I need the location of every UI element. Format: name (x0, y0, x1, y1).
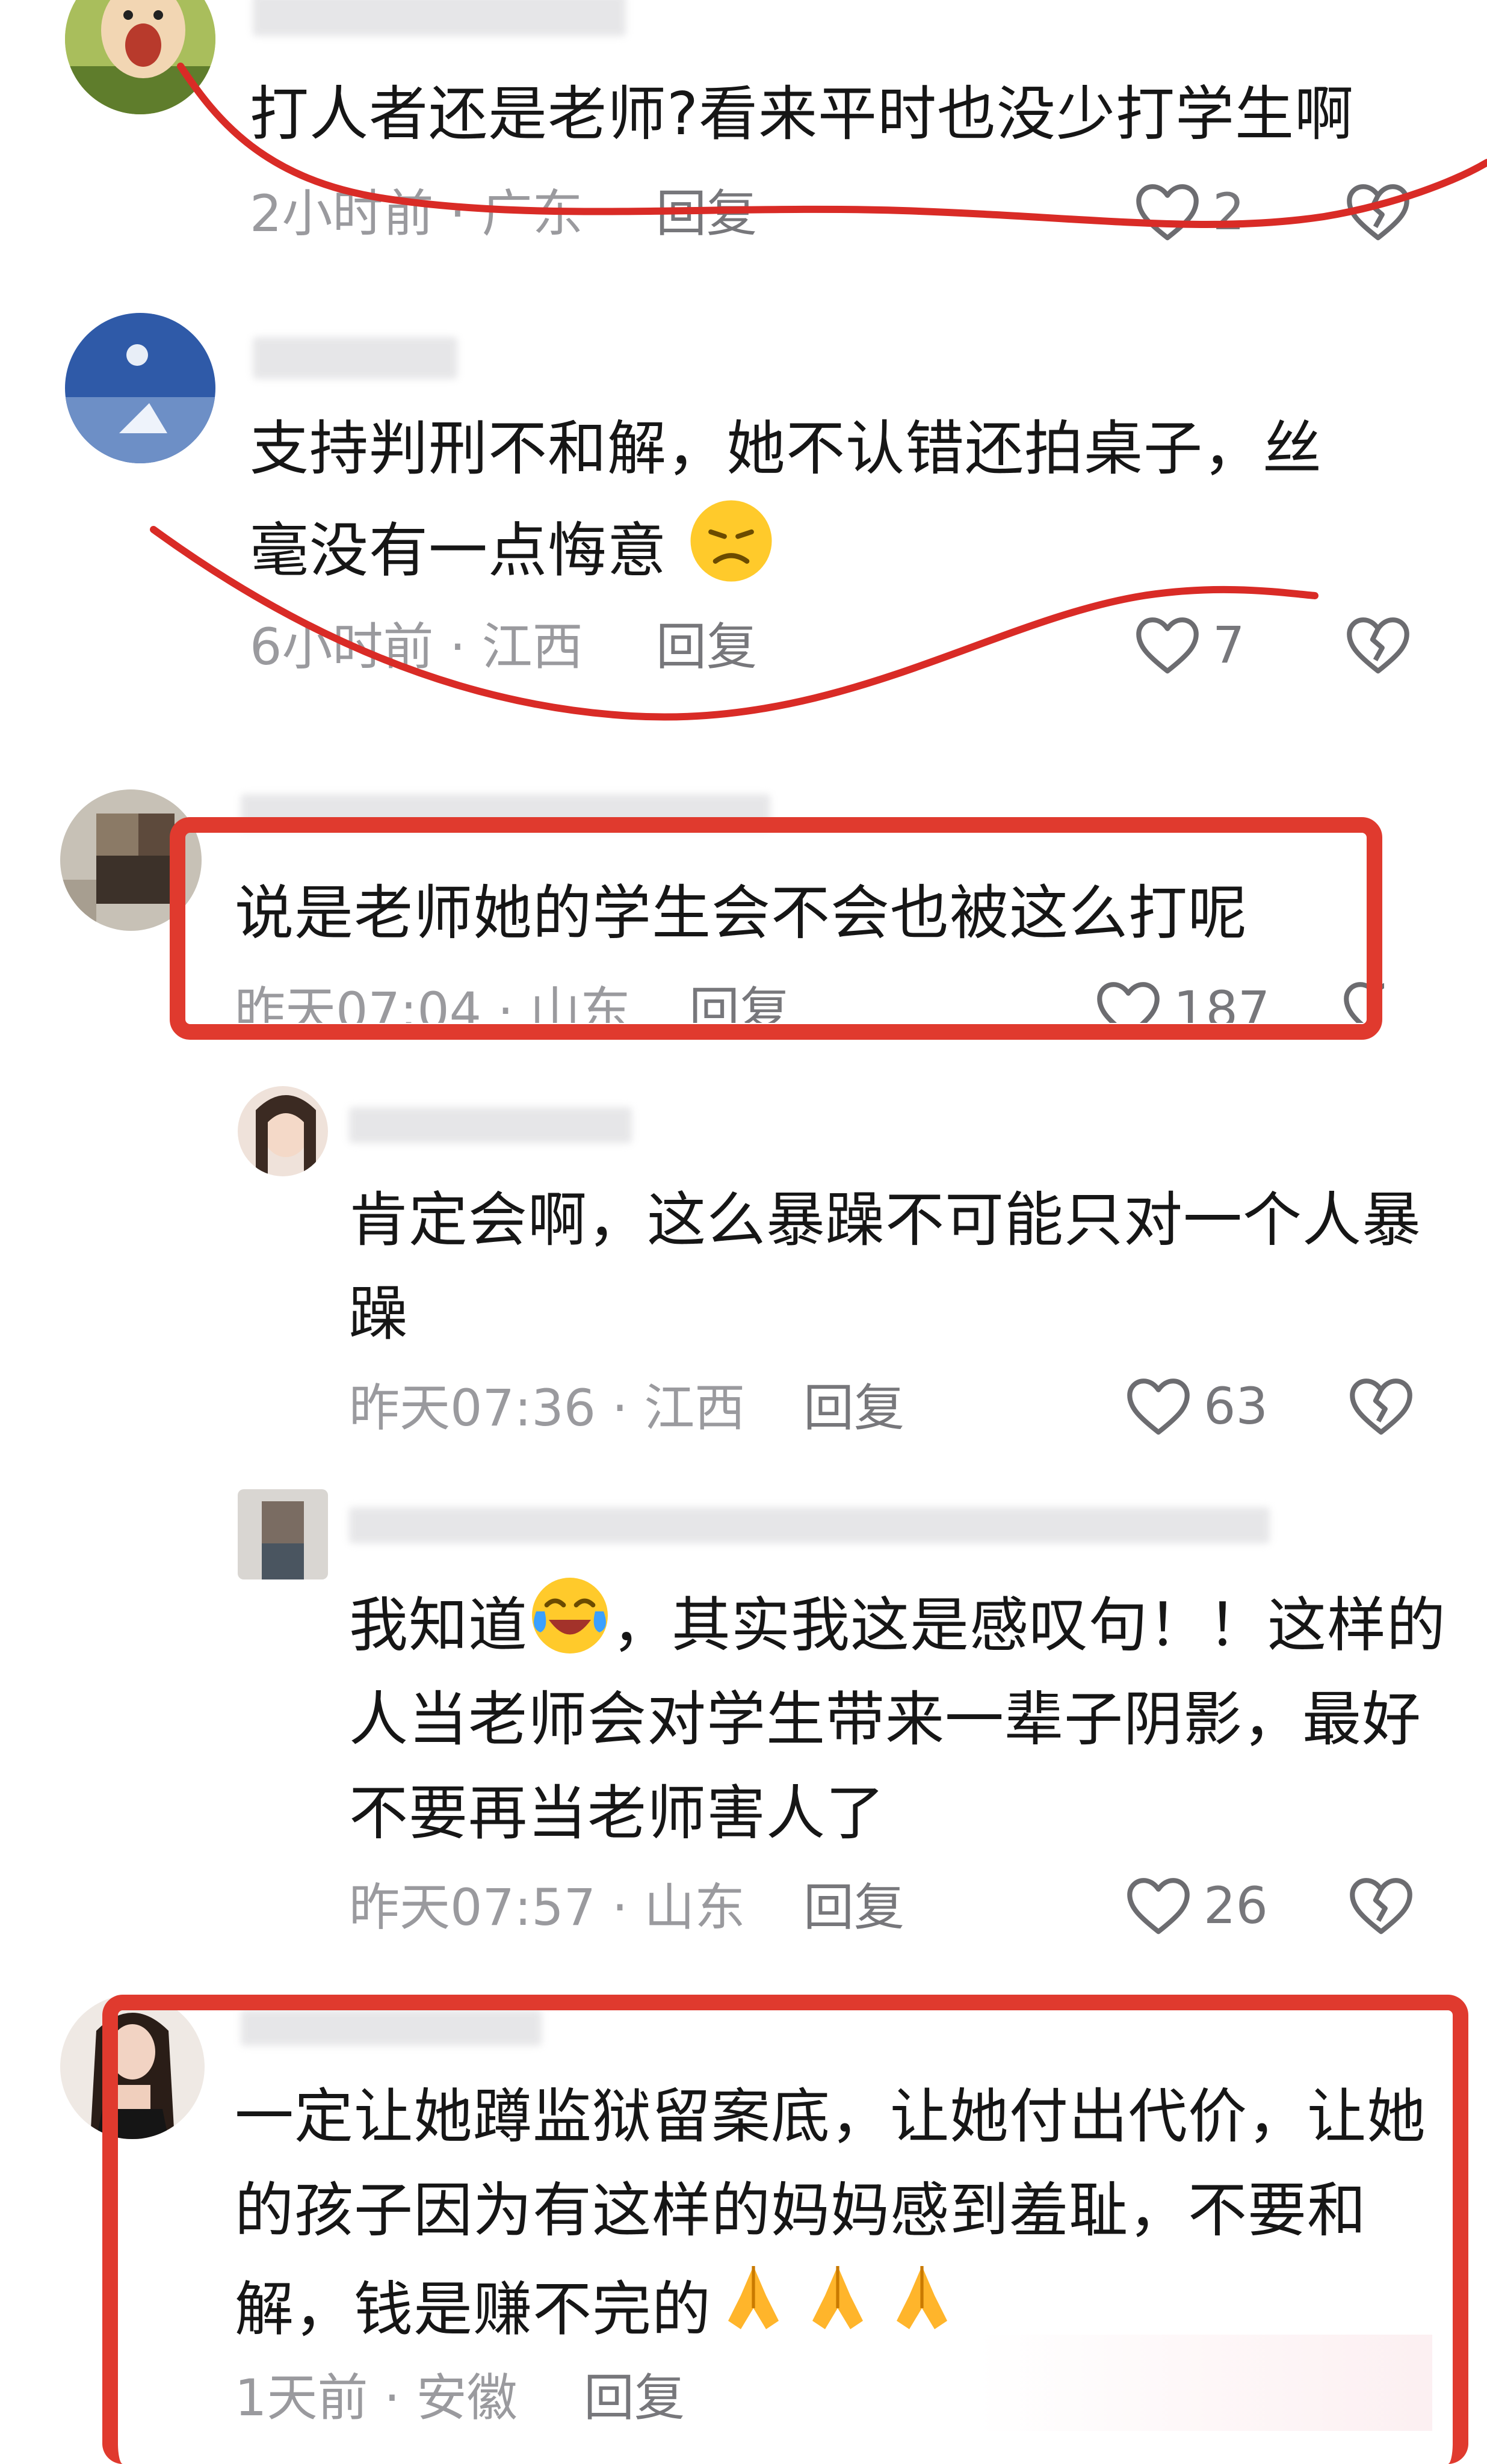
reply-button[interactable]: 回复 (803, 1378, 904, 1438)
username-blurred (253, 337, 457, 379)
comment-text-line-3: 不要再当老师害人了 (349, 1779, 886, 1848)
meta-separator: · (596, 1878, 645, 1937)
comment-text-line-1: 肯定会啊，这么暴躁不可能只对一个人暴 (349, 1186, 1422, 1255)
comment-text-line-1-a: 我知道 (349, 1591, 528, 1660)
avatar-portrait-image (238, 1086, 328, 1176)
comment-meta: 昨天07:57 · 山东 (349, 1877, 745, 1938)
broken-heart-icon[interactable] (1348, 1876, 1414, 1936)
avatar[interactable] (238, 1489, 328, 1579)
comment-text-line-1-b: ，其实我这是感叹句！！这样的 (612, 1591, 1447, 1660)
username-blurred (349, 1107, 632, 1143)
comment-meta: 昨天07:36 · 江西 (349, 1378, 745, 1438)
red-highlight-box (170, 817, 1382, 1040)
comment-text-line-1: 我知道 ，其实我这是感叹句！！这样的 (349, 1573, 1446, 1685)
comment-location: 江西 (644, 1379, 746, 1437)
username-blurred (349, 1507, 1270, 1543)
comment-time: 昨天07:57 (349, 1878, 596, 1937)
comment-time: 昨天07:36 (349, 1379, 596, 1437)
comment-location: 山东 (644, 1878, 746, 1937)
red-underline-annotation (177, 63, 1487, 228)
like-button[interactable]: 26 (1125, 1876, 1268, 1936)
reply-button[interactable]: 回复 (803, 1877, 904, 1938)
comment-text-line-2: 人当老师会对学生带来一辈子阴影，最好 (349, 1685, 1422, 1754)
red-underline-annotation (150, 526, 1319, 721)
red-highlight-box (102, 1995, 1468, 2464)
like-count: 63 (1204, 1377, 1268, 1436)
avatar[interactable] (238, 1086, 328, 1176)
laughing-tears-emoji (528, 1573, 612, 1685)
heart-outline-icon (1125, 1876, 1192, 1936)
heart-outline-icon (1125, 1376, 1192, 1436)
avatar-pixelated-image (238, 1489, 328, 1579)
like-button[interactable]: 63 (1125, 1376, 1268, 1436)
comment-text-line-2: 躁 (349, 1280, 409, 1348)
like-count: 26 (1204, 1876, 1268, 1935)
meta-separator: · (596, 1379, 645, 1437)
broken-heart-icon[interactable] (1348, 1376, 1414, 1436)
